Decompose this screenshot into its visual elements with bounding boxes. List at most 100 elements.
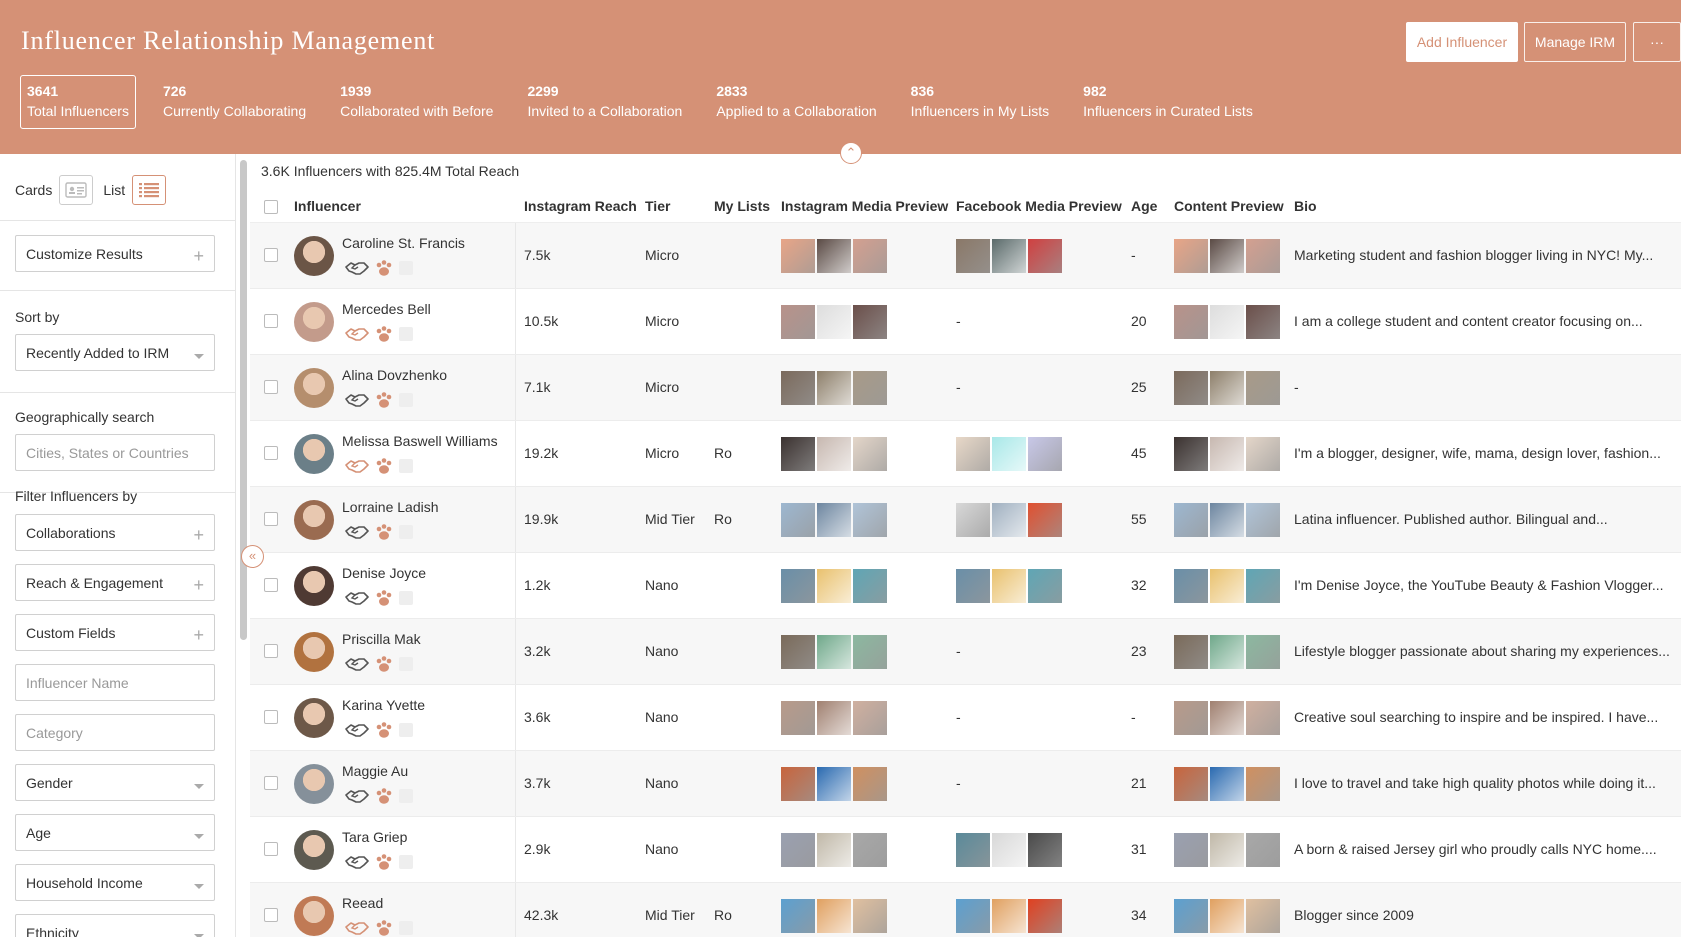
stat-applied[interactable]: 2833 Applied to a Collaboration (709, 75, 883, 129)
facebook-thumbnail[interactable] (1028, 239, 1062, 273)
facebook-thumbnail[interactable] (956, 437, 990, 471)
select-all-checkbox[interactable] (264, 200, 278, 214)
paw-icon[interactable] (375, 655, 393, 673)
row-checkbox[interactable] (264, 644, 278, 658)
instagram-thumbnail[interactable] (853, 569, 887, 603)
avatar[interactable] (294, 632, 334, 672)
paw-icon[interactable] (375, 325, 393, 343)
handshake-icon[interactable] (345, 657, 369, 671)
handshake-icon[interactable] (345, 789, 369, 803)
table-row[interactable]: Mercedes Bell 10.5k Micro - 20 I am a co… (250, 289, 1681, 355)
facebook-thumbnail[interactable] (956, 503, 990, 537)
col-content-preview[interactable]: Content Preview (1174, 198, 1284, 214)
category-input[interactable]: Category (15, 714, 215, 751)
customize-results-button[interactable]: Customize Results + (15, 235, 215, 272)
influencer-name[interactable]: Maggie Au (342, 763, 408, 779)
table-row[interactable]: Caroline St. Francis 7.5k Micro - Market… (250, 223, 1681, 289)
instagram-thumbnail[interactable] (781, 899, 815, 933)
facebook-thumbnail[interactable] (1028, 569, 1062, 603)
collapse-header-icon[interactable]: ⌃ (840, 142, 862, 164)
instagram-thumbnail[interactable] (817, 899, 851, 933)
col-instagram-reach[interactable]: Instagram Reach (524, 198, 637, 214)
facebook-thumbnail[interactable] (992, 833, 1026, 867)
content-thumbnail[interactable] (1210, 767, 1244, 801)
instagram-thumbnail[interactable] (853, 899, 887, 933)
stat-curated-lists[interactable]: 982 Influencers in Curated Lists (1076, 75, 1260, 129)
content-thumbnail[interactable] (1210, 899, 1244, 933)
content-thumbnail[interactable] (1246, 371, 1280, 405)
stat-my-lists[interactable]: 836 Influencers in My Lists (904, 75, 1057, 129)
content-thumbnail[interactable] (1246, 833, 1280, 867)
handshake-icon[interactable] (345, 261, 369, 275)
influencer-name[interactable]: Alina Dovzhenko (342, 367, 447, 383)
avatar[interactable] (294, 830, 334, 870)
facebook-thumbnail[interactable] (956, 239, 990, 273)
paw-icon[interactable] (375, 853, 393, 871)
instagram-thumbnail[interactable] (817, 371, 851, 405)
instagram-thumbnail[interactable] (781, 701, 815, 735)
row-checkbox[interactable] (264, 710, 278, 724)
avatar[interactable] (294, 302, 334, 342)
instagram-thumbnail[interactable] (781, 833, 815, 867)
influencer-name[interactable]: Melissa Baswell Williams (342, 433, 498, 449)
handshake-icon[interactable] (345, 855, 369, 869)
row-checkbox[interactable] (264, 776, 278, 790)
content-thumbnail[interactable] (1210, 239, 1244, 273)
sort-select[interactable]: Recently Added to IRM (15, 334, 215, 371)
content-thumbnail[interactable] (1210, 635, 1244, 669)
handshake-icon[interactable] (345, 525, 369, 539)
row-checkbox[interactable] (264, 446, 278, 460)
instagram-thumbnail[interactable] (781, 437, 815, 471)
filter-custom-fields[interactable]: Custom Fields + (15, 614, 215, 651)
instagram-thumbnail[interactable] (853, 437, 887, 471)
handshake-icon[interactable] (345, 459, 369, 473)
facebook-thumbnail[interactable] (956, 899, 990, 933)
content-thumbnail[interactable] (1174, 635, 1208, 669)
content-thumbnail[interactable] (1210, 437, 1244, 471)
content-thumbnail[interactable] (1210, 305, 1244, 339)
facebook-thumbnail[interactable] (992, 239, 1026, 273)
avatar[interactable] (294, 434, 334, 474)
influencer-name[interactable]: Caroline St. Francis (342, 235, 465, 251)
household-income-select[interactable]: Household Income (15, 864, 215, 901)
content-thumbnail[interactable] (1210, 833, 1244, 867)
table-row[interactable]: Melissa Baswell Williams 19.2k Micro Ro … (250, 421, 1681, 487)
influencer-name[interactable]: Priscilla Mak (342, 631, 421, 647)
add-influencer-button[interactable]: Add Influencer (1406, 22, 1518, 62)
influencer-name[interactable]: Reead (342, 895, 383, 911)
list-view-button[interactable] (132, 175, 167, 205)
influencer-name[interactable]: Karina Yvette (342, 697, 425, 713)
filter-reach-engagement[interactable]: Reach & Engagement + (15, 564, 215, 601)
stat-collaborated-before[interactable]: 1939 Collaborated with Before (333, 75, 500, 129)
table-row[interactable]: Tara Griep 2.9k Nano 31 A born & raised … (250, 817, 1681, 883)
instagram-thumbnail[interactable] (817, 767, 851, 801)
facebook-thumbnail[interactable] (1028, 833, 1062, 867)
handshake-icon[interactable] (345, 327, 369, 341)
facebook-thumbnail[interactable] (1028, 437, 1062, 471)
instagram-thumbnail[interactable] (817, 239, 851, 273)
handshake-icon[interactable] (345, 723, 369, 737)
instagram-thumbnail[interactable] (853, 701, 887, 735)
instagram-thumbnail[interactable] (817, 635, 851, 669)
paw-icon[interactable] (375, 919, 393, 937)
instagram-thumbnail[interactable] (853, 833, 887, 867)
cards-view-button[interactable] (59, 175, 94, 205)
gender-select[interactable]: Gender (15, 764, 215, 801)
instagram-thumbnail[interactable] (781, 635, 815, 669)
col-facebook-media[interactable]: Facebook Media Preview (956, 198, 1122, 214)
col-instagram-media[interactable]: Instagram Media Preview (781, 198, 948, 214)
influencer-name[interactable]: Mercedes Bell (342, 301, 431, 317)
instagram-thumbnail[interactable] (817, 569, 851, 603)
instagram-thumbnail[interactable] (781, 767, 815, 801)
paw-icon[interactable] (375, 787, 393, 805)
row-checkbox[interactable] (264, 380, 278, 394)
content-thumbnail[interactable] (1174, 833, 1208, 867)
paw-icon[interactable] (375, 391, 393, 409)
collapse-sidebar-icon[interactable]: « (241, 545, 264, 568)
paw-icon[interactable] (375, 259, 393, 277)
handshake-icon[interactable] (345, 591, 369, 605)
facebook-thumbnail[interactable] (992, 503, 1026, 537)
row-checkbox[interactable] (264, 314, 278, 328)
col-tier[interactable]: Tier (645, 198, 670, 214)
content-thumbnail[interactable] (1246, 239, 1280, 273)
